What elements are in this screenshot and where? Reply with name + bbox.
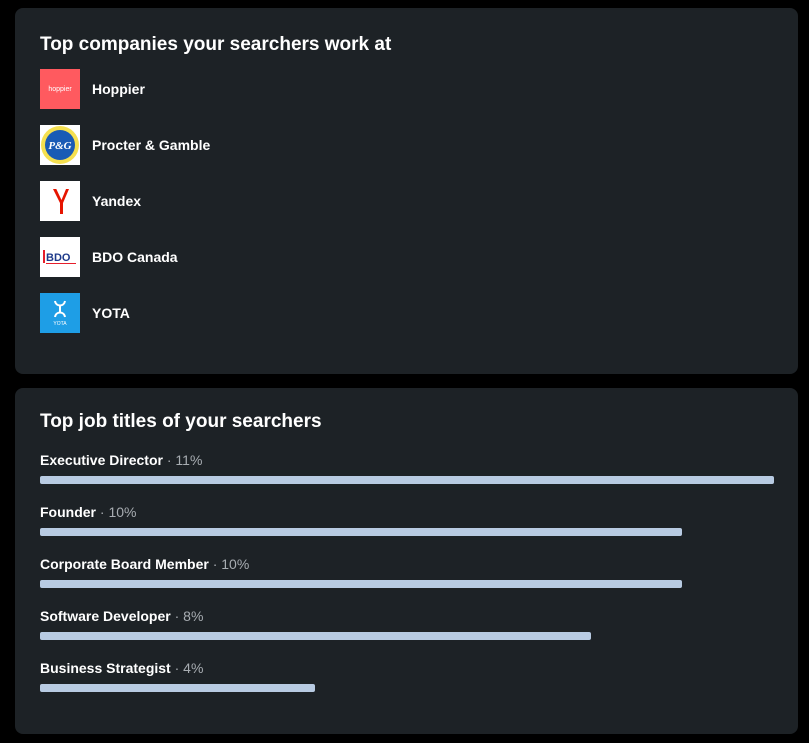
bdo-logo-text: BDO	[46, 252, 71, 264]
job-separator: ·	[96, 504, 109, 520]
yota-logo-icon: YOTA	[40, 293, 80, 333]
job-title-row: Business Strategist · 4%	[40, 659, 780, 692]
bdo-logo-icon: BDO	[40, 237, 80, 277]
job-label: Founder · 10%	[40, 503, 780, 521]
company-item-yandex[interactable]: Yandex	[40, 181, 440, 221]
job-bar	[40, 684, 316, 692]
company-item-bdo-canada[interactable]: BDO BDO Canada	[40, 237, 440, 277]
pg-logo-icon: P&G	[40, 125, 80, 165]
job-percent: 10%	[108, 504, 137, 520]
top-companies-card: Top companies your searchers work at hop…	[15, 8, 798, 374]
job-bar	[40, 580, 683, 588]
job-bar	[40, 476, 774, 484]
job-percent: 8%	[183, 608, 204, 624]
job-bar-track	[40, 684, 774, 692]
yota-logo-text: YOTA	[53, 321, 67, 327]
companies-card-title: Top companies your searchers work at	[40, 34, 392, 55]
job-percent: 4%	[183, 660, 204, 676]
job-label: Business Strategist · 4%	[40, 659, 780, 677]
company-name[interactable]: BDO Canada	[92, 249, 178, 265]
job-bar-track	[40, 632, 774, 640]
job-label: Software Developer · 8%	[40, 607, 780, 625]
company-name[interactable]: Hoppier	[92, 81, 145, 97]
company-name[interactable]: Yandex	[92, 193, 141, 209]
company-name[interactable]: Procter & Gamble	[92, 137, 210, 153]
job-title-text: Software Developer	[40, 608, 171, 624]
job-bar	[40, 632, 591, 640]
job-bar	[40, 528, 683, 536]
company-item-procter-gamble[interactable]: P&G Procter & Gamble	[40, 125, 440, 165]
top-job-titles-card: Top job titles of your searchers Executi…	[15, 388, 798, 734]
company-name[interactable]: YOTA	[92, 305, 130, 321]
hoppier-logo-icon: hoppier	[40, 69, 80, 109]
job-bar-track	[40, 580, 774, 588]
job-separator: ·	[170, 660, 184, 676]
job-title-row: Executive Director · 11%	[40, 451, 780, 484]
hoppier-logo-text: hoppier	[48, 85, 72, 93]
job-separator: ·	[208, 556, 222, 572]
yandex-logo-icon	[40, 181, 80, 221]
job-title-text: Executive Director	[40, 452, 163, 468]
job-percent: 10%	[221, 556, 250, 572]
job-title-row: Corporate Board Member · 10%	[40, 555, 780, 588]
job-label: Executive Director · 11%	[40, 451, 780, 469]
job-bar-track	[40, 528, 774, 536]
job-title-row: Software Developer · 8%	[40, 607, 780, 640]
pg-logo-text: P&G	[48, 140, 71, 152]
job-title-text: Business Strategist	[40, 660, 171, 676]
job-percent: 11%	[175, 452, 203, 468]
job-titles-card-title: Top job titles of your searchers	[40, 411, 322, 432]
job-title-text: Founder	[40, 504, 96, 520]
job-title-row: Founder · 10%	[40, 503, 780, 536]
job-label: Corporate Board Member · 10%	[40, 555, 780, 573]
company-item-hoppier[interactable]: hoppier Hoppier	[40, 69, 440, 109]
company-item-yota[interactable]: YOTA YOTA	[40, 293, 440, 333]
job-bar-track	[40, 476, 774, 484]
job-separator: ·	[170, 608, 184, 624]
job-title-text: Corporate Board Member	[40, 556, 209, 572]
job-separator: ·	[162, 452, 176, 468]
